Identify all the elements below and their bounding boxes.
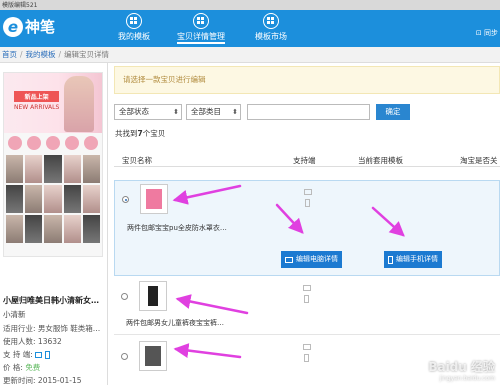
table-row[interactable]: 两件包邮宝宝pu全皮防水罩衣… 编辑电脑详情 编辑手机详情 [114,180,500,276]
app-logo[interactable]: e 神笔 [3,16,55,37]
product-thumbnail [139,341,167,371]
notice-bar: 请选择一款宝贝进行编辑 [114,66,500,94]
logo-icon: e [3,17,23,37]
result-count: 共找到7个宝贝 [115,128,165,139]
mobile-icon [305,199,310,207]
row-radio[interactable] [121,353,128,360]
template-author: 小清新 [3,309,26,320]
main-content: 请选择一款宝贝进行编辑 全部状态 全部类目 确定 共找到7个宝贝 宝贝名称 支持… [112,63,500,385]
breadcrumb: 首页/我的模板/编辑宝贝详情 [0,47,500,63]
col-taobao: 淘宝是否关 [460,155,498,166]
preview-menu [4,133,102,153]
device-icons [303,285,311,307]
window-title: 模版编辑521 [0,2,37,9]
search-input[interactable] [247,104,370,120]
template-sidebar: 新品上架 NEW ARRIVALS 小屋归唯美日韩小清新女… 小清新 适用行业: … [0,63,108,385]
button-label: 编辑电脑详情 [296,251,338,268]
nav-my-templates[interactable]: 我的模板 [118,13,150,42]
col-devices: 支持端 [293,155,316,166]
mobile-icon [388,256,393,264]
desktop-icon [304,189,312,195]
template-icon [126,13,142,29]
info-updated: 更新时间: 2015-01-15 [3,374,107,387]
col-template: 当前套用模板 [358,155,403,166]
product-name: 两件包邮男女儿童裤夜宝宝裤… [126,318,251,328]
banner-subtitle: NEW ARRIVALS [14,104,59,111]
mobile-icon [45,351,50,359]
nav-label: 我的模板 [118,32,150,41]
device-icons [304,189,312,211]
device-icons [303,344,311,366]
button-label: 编辑手机详情 [396,251,438,268]
table-header: 宝贝名称 支持端 当前套用模板 淘宝是否关 [114,151,500,167]
nav-market[interactable]: 模板市场 [255,13,287,42]
desktop-icon [303,285,311,291]
edit-mobile-details-button[interactable]: 编辑手机详情 [384,251,442,268]
breadcrumb-my-templates[interactable]: 我的模板 [26,50,56,59]
info-industry: 适用行业: 男女服饰 鞋类箱… [3,322,107,335]
window-titlebar: 模版编辑521 [0,0,500,10]
top-navbar: e 神笔 我的模板 宝贝详情管理 模板市场 ⊡ 同步 [0,10,500,47]
breadcrumb-current: 编辑宝贝详情 [64,50,109,59]
desktop-icon [285,257,293,263]
info-users: 使用人数: 13632 [3,335,107,348]
template-title: 小屋归唯美日韩小清新女… [3,295,108,306]
row-radio[interactable] [122,196,129,203]
table-row[interactable]: 两件包邮男女儿童裤夜宝宝裤… [114,278,500,335]
desktop-icon [303,344,311,350]
logo-text: 神笔 [25,16,55,37]
sync-button[interactable]: ⊡ 同步 [476,28,498,38]
nav-item-details[interactable]: 宝贝详情管理 [177,13,225,44]
edit-pc-details-button[interactable]: 编辑电脑详情 [281,251,342,268]
preview-banner: 新品上架 NEW ARRIVALS [4,73,102,133]
product-name: 两件包邮宝宝pu全皮防水罩衣… [127,223,252,233]
category-select[interactable]: 全部类目 [186,104,241,120]
nav-label: 宝贝详情管理 [177,32,225,41]
status-select[interactable]: 全部状态 [114,104,182,120]
template-info: 适用行业: 男女服饰 鞋类箱… 使用人数: 13632 支 持 端: 价 格: … [3,322,107,387]
market-icon [263,13,279,29]
confirm-button[interactable]: 确定 [376,104,410,120]
preview-products-grid [4,153,102,245]
col-name: 宝贝名称 [122,155,152,166]
product-thumbnail [140,184,168,214]
product-thumbnail [139,281,167,311]
info-price: 价 格: 免费 [3,361,107,374]
watermark: Baidu 经验jingyan.baidu.com [428,358,495,382]
model-photo [64,76,94,132]
sync-label: 同步 [484,29,498,37]
breadcrumb-home[interactable]: 首页 [2,50,17,59]
mobile-icon [304,354,309,362]
template-preview-image[interactable]: 新品上架 NEW ARRIVALS [3,72,103,257]
banner-tag: 新品上架 [14,91,59,102]
details-icon [193,13,209,29]
nav-label: 模板市场 [255,32,287,41]
desktop-icon [35,352,42,358]
info-devices: 支 持 端: [3,348,107,361]
filter-bar: 全部状态 全部类目 确定 [114,104,410,120]
mobile-icon [304,295,309,303]
row-radio[interactable] [121,293,128,300]
